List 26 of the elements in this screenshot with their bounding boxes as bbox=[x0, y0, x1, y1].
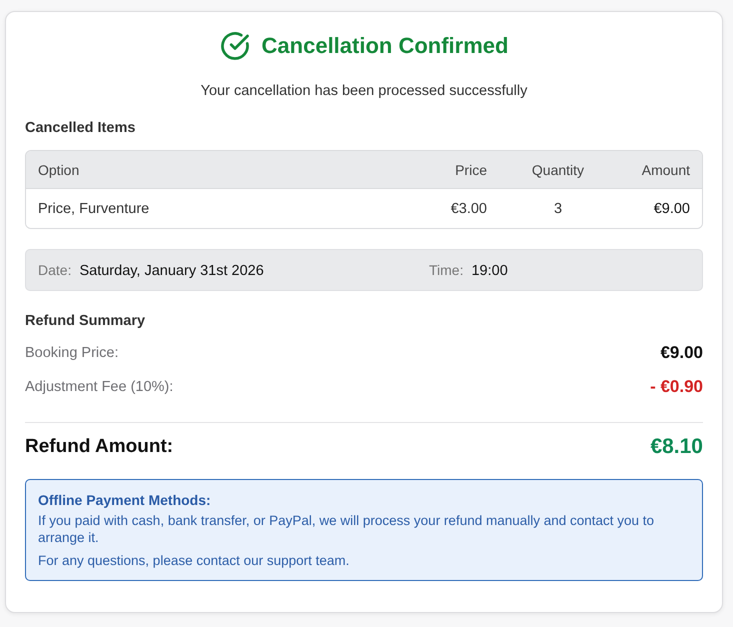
date-label: Date: bbox=[38, 262, 72, 278]
summary-value: - €0.90 bbox=[650, 377, 703, 397]
time-label: Time: bbox=[429, 262, 464, 278]
table-cell-text: €3.00 bbox=[450, 200, 488, 216]
info-title: Offline Payment Methods: bbox=[38, 491, 212, 510]
check-circle-icon bbox=[220, 31, 250, 61]
column-header: Price bbox=[454, 162, 488, 178]
page-title: Cancellation Confirmed bbox=[262, 32, 508, 60]
info-text: For any questions, please contact our support team. bbox=[38, 552, 350, 569]
subtitle: Your cancellation has been processed successfully bbox=[200, 82, 528, 101]
table-cell-text: Price, Furventure bbox=[37, 200, 150, 216]
table-cell-text: €9.00 bbox=[652, 200, 691, 216]
info-text: If you paid with cash, bank transfer, or PayPal, we will process your refund manually and contact you to arrange it. bbox=[38, 512, 656, 546]
total-label: Refund Amount: bbox=[25, 436, 174, 458]
column-header: Option bbox=[37, 162, 80, 178]
column-header: Quantity bbox=[530, 162, 586, 178]
time-value: 19:00 bbox=[471, 262, 508, 278]
summary-label: Booking Price: bbox=[25, 345, 118, 361]
date-value: Saturday, January 31st 2026 bbox=[79, 262, 264, 278]
table-cell-text: 3 bbox=[552, 200, 564, 216]
section-heading: Refund Summary bbox=[25, 312, 146, 331]
section-heading: Cancelled Items bbox=[25, 119, 136, 138]
summary-label: Adjustment Fee (10%): bbox=[25, 379, 174, 395]
summary-value: €9.00 bbox=[660, 343, 703, 363]
column-header: Amount bbox=[640, 162, 691, 178]
total-value: €8.10 bbox=[650, 435, 703, 459]
